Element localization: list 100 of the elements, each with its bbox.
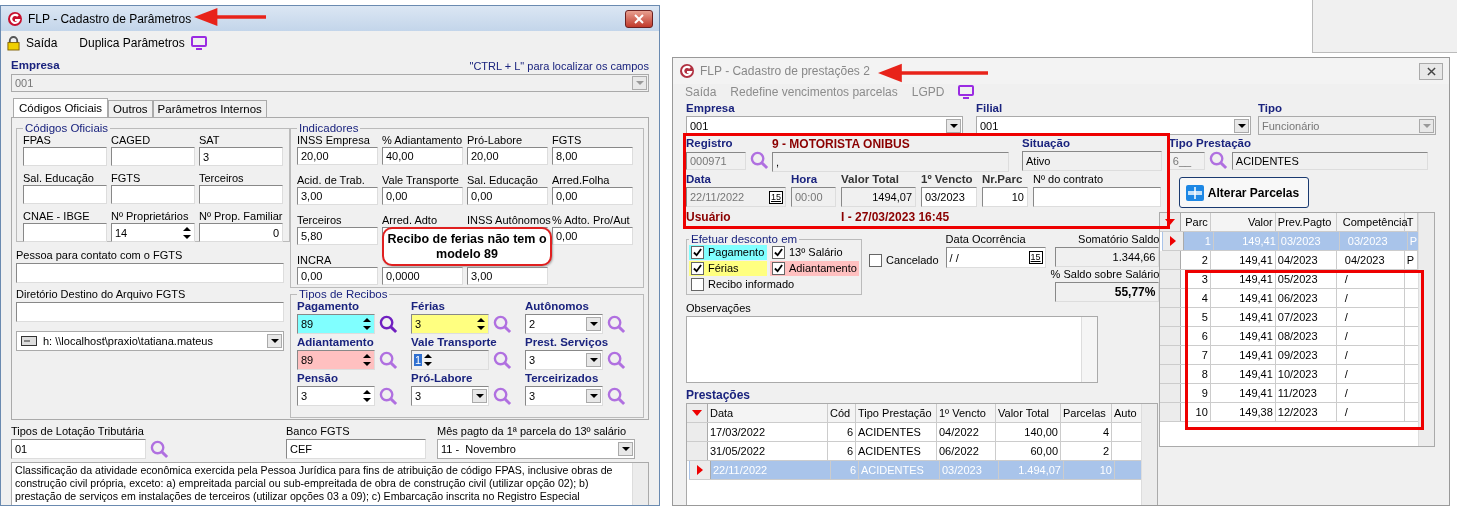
monitor-icon[interactable] xyxy=(958,85,975,99)
dropdown-button[interactable] xyxy=(472,389,487,403)
input-field[interactable]: 01 xyxy=(11,439,146,459)
input-field[interactable] xyxy=(111,185,195,204)
column-header[interactable]: Cód xyxy=(828,404,856,422)
search-icon[interactable] xyxy=(750,151,769,170)
spin-icon[interactable] xyxy=(475,316,487,332)
combo-box[interactable]: 2 xyxy=(525,314,603,334)
scrollbar[interactable] xyxy=(1141,404,1157,505)
notes-field[interactable] xyxy=(686,316,1098,383)
input-field[interactable]: 0,00 xyxy=(467,187,548,205)
combo-box[interactable]: 3 xyxy=(525,350,603,370)
table-row[interactable]: 17/03/2022 6 ACIDENTES 04/2022 140,00 4 xyxy=(687,423,1142,442)
spin-field[interactable]: 89 xyxy=(297,314,375,334)
menu-item[interactable]: Duplica Parâmetros xyxy=(79,36,207,50)
dropdown-button[interactable] xyxy=(267,334,282,348)
scrollbar[interactable] xyxy=(1081,317,1097,382)
input-field[interactable]: 3 xyxy=(199,147,283,166)
input-field[interactable]: 0,00 xyxy=(297,267,378,285)
spin-field[interactable]: 3 xyxy=(297,386,375,406)
table-row[interactable]: 3 149,41 05/2023 / xyxy=(1159,270,1418,289)
search-icon[interactable] xyxy=(379,314,398,334)
checkbox[interactable]: Recibo informado xyxy=(689,277,797,292)
company-combo[interactable]: 001 xyxy=(11,74,649,92)
spin-icon[interactable] xyxy=(361,352,373,368)
table-row[interactable]: 8 149,41 10/2023 / xyxy=(1159,365,1418,384)
spin-icon[interactable] xyxy=(181,224,193,241)
input-field[interactable] xyxy=(199,185,283,204)
input-field[interactable]: 10 xyxy=(982,187,1028,207)
input-field[interactable]: 03/2023 xyxy=(921,187,977,207)
table-row[interactable]: 4 149,41 06/2023 / xyxy=(1159,289,1418,308)
close-button[interactable] xyxy=(1419,62,1443,80)
input-field[interactable]: 000971 xyxy=(686,151,746,170)
table-row[interactable]: 7 149,41 09/2023 / xyxy=(1159,346,1418,365)
input-field[interactable]: 0,00 xyxy=(552,187,633,205)
input-field[interactable]: 1494,07 xyxy=(841,187,916,207)
spin-field[interactable]: 3 xyxy=(411,314,489,334)
dropdown-button[interactable] xyxy=(618,442,633,456)
calendar-button[interactable]: 15 xyxy=(769,190,783,204)
dropdown-button[interactable] xyxy=(586,389,601,403)
column-header[interactable]: Tipo Prestação xyxy=(856,404,937,422)
search-icon[interactable] xyxy=(379,386,398,406)
edit-installments-button[interactable]: Alterar Parcelas xyxy=(1178,177,1309,208)
table-row[interactable]: 5 149,41 07/2023 / xyxy=(1159,308,1418,327)
tab[interactable]: Parâmetros Internos xyxy=(152,100,267,117)
checkbox[interactable]: Cancelado xyxy=(867,253,941,268)
input-field[interactable]: 20,00 xyxy=(297,147,378,165)
checkbox[interactable]: Férias xyxy=(689,261,767,276)
spin-icon[interactable] xyxy=(361,316,373,332)
spin-icon[interactable] xyxy=(361,388,373,404)
month-combo[interactable]: 11 - Novembro xyxy=(437,439,635,459)
search-icon[interactable] xyxy=(607,386,626,406)
scrollbar[interactable] xyxy=(632,463,648,505)
table-row[interactable]: 6 149,41 08/2023 / xyxy=(1159,327,1418,346)
input-field[interactable]: 40,00 xyxy=(382,147,463,165)
table-row[interactable]: 10 149,38 12/2023 / xyxy=(1159,403,1418,422)
dropdown-button[interactable] xyxy=(946,118,961,133)
directory-combo[interactable]: h: \\localhost\praxio\tatiana.mateus xyxy=(16,331,284,351)
search-icon[interactable] xyxy=(607,314,626,334)
input-field[interactable]: 0,00 xyxy=(552,227,633,245)
search-icon[interactable] xyxy=(379,350,398,370)
input-field[interactable]: 3,00 xyxy=(467,267,548,285)
input-field[interactable]: 3,00 xyxy=(297,187,378,205)
input-field[interactable]: 20,00 xyxy=(467,147,548,165)
search-icon[interactable] xyxy=(607,350,626,370)
date-field[interactable]: 22/11/2022 15 xyxy=(686,187,786,207)
checkbox[interactable]: Adiantamento xyxy=(770,261,859,276)
input-field[interactable]: CEF xyxy=(286,439,426,459)
input-field[interactable]: 0,00 xyxy=(382,187,463,205)
table-row[interactable]: 2 149,41 04/2023 04/2023 P xyxy=(1159,251,1418,270)
dropdown-button[interactable] xyxy=(1234,118,1249,133)
checkbox[interactable]: 13º Salário xyxy=(770,245,859,260)
input-field[interactable] xyxy=(23,147,107,166)
search-icon[interactable] xyxy=(493,314,512,334)
branch-combo[interactable]: 001 xyxy=(976,116,1251,135)
search-icon[interactable] xyxy=(1208,151,1228,170)
column-header[interactable]: Parcelas xyxy=(1061,404,1112,422)
tab[interactable]: Outros xyxy=(108,100,153,117)
input-field[interactable] xyxy=(111,147,195,166)
column-header[interactable]: Data xyxy=(708,404,828,422)
input-field[interactable]: 00:00 xyxy=(791,187,836,207)
input-field[interactable]: 1.344,66 xyxy=(1055,247,1160,267)
input-field[interactable]: , xyxy=(772,152,1009,172)
spin-field[interactable]: 89 xyxy=(297,350,375,370)
type-combo[interactable]: Funcionário xyxy=(1258,116,1436,135)
column-header[interactable]: 1º Vencto xyxy=(937,404,996,422)
dropdown-button[interactable] xyxy=(586,317,601,331)
checkbox[interactable]: Pagamento xyxy=(689,245,767,260)
input-field[interactable]: 55,77% xyxy=(1055,282,1160,302)
column-header[interactable]: Valor Total xyxy=(996,404,1061,422)
input-field[interactable]: Ativo xyxy=(1022,151,1162,171)
input-field[interactable] xyxy=(23,185,107,204)
menu-item[interactable]: Saída xyxy=(7,35,58,51)
tab[interactable]: Códigos Oficiais xyxy=(13,98,109,117)
input-field[interactable]: 14 xyxy=(111,223,195,242)
column-header[interactable]: Parc xyxy=(1180,213,1211,231)
input-field[interactable]: 0 xyxy=(199,223,283,242)
input-field[interactable]: 5,80 xyxy=(297,227,378,245)
date-field[interactable]: / / 15 xyxy=(945,247,1046,268)
input-field[interactable] xyxy=(1033,187,1161,207)
